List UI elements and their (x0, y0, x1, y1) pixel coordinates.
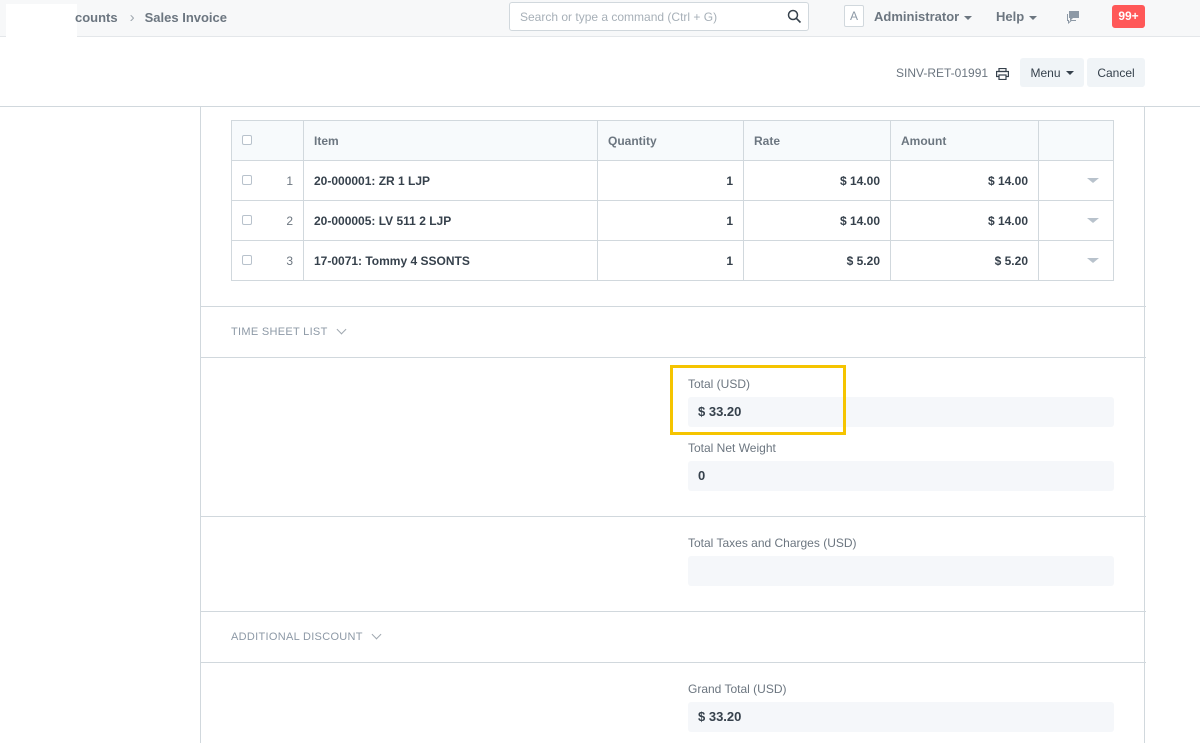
search-box[interactable] (509, 2, 809, 31)
row-checkbox[interactable] (242, 254, 252, 265)
chat-icon[interactable] (1066, 10, 1082, 29)
row-select-cell: 2 (231, 200, 304, 241)
table-row[interactable]: 1 20-000001: ZR 1 LJP 1 $ 14.00 $ 14.00 (231, 160, 1114, 201)
cell-amount[interactable]: $ 5.20 (890, 240, 1039, 281)
notification-badge[interactable]: 99+ (1112, 5, 1145, 28)
cell-quantity[interactable]: 1 (597, 240, 744, 281)
section-divider (201, 306, 1146, 307)
section-divider (201, 662, 1146, 663)
section-divider (201, 611, 1146, 612)
section-divider (201, 516, 1146, 517)
cell-actions (1038, 200, 1114, 241)
cell-quantity[interactable]: 1 (597, 200, 744, 241)
navbar: counts › Sales Invoice A Administrator H… (0, 0, 1200, 37)
net-weight-label: Total Net Weight (688, 441, 776, 455)
select-all-checkbox[interactable] (242, 134, 252, 145)
cell-item[interactable]: 17-0071: Tommy 4 SSONTS (303, 240, 598, 281)
taxes-field[interactable] (688, 556, 1114, 586)
grand-total-field[interactable]: $ 33.20 (688, 702, 1114, 732)
row-expand-icon[interactable] (1087, 258, 1099, 263)
cell-item[interactable]: 20-000005: LV 511 2 LJP (303, 200, 598, 241)
cell-rate[interactable]: $ 14.00 (743, 200, 891, 241)
row-select-cell: 1 (231, 160, 304, 201)
cancel-button[interactable]: Cancel (1087, 58, 1145, 87)
grand-total-label: Grand Total (USD) (688, 682, 787, 696)
breadcrumb: counts › Sales Invoice (75, 9, 227, 26)
help-menu[interactable]: Help (996, 9, 1038, 24)
cell-amount[interactable]: $ 14.00 (890, 160, 1039, 201)
chevron-down-icon (336, 324, 347, 335)
column-header-item: Item (303, 120, 598, 161)
row-expand-icon[interactable] (1087, 178, 1099, 183)
column-header-rate: Rate (743, 120, 891, 161)
select-all-cell (231, 120, 304, 161)
chevron-down-icon (371, 629, 382, 640)
user-menu[interactable]: Administrator (874, 9, 973, 24)
form-layout: Item Quantity Rate Amount 1 20-000001: Z… (200, 107, 1146, 743)
table-row[interactable]: 2 20-000005: LV 511 2 LJP 1 $ 14.00 $ 14… (231, 200, 1114, 241)
menu-button[interactable]: Menu (1020, 58, 1084, 87)
table-header-row: Item Quantity Rate Amount (231, 120, 1114, 161)
cell-quantity[interactable]: 1 (597, 160, 744, 201)
row-index: 2 (286, 213, 293, 228)
taxes-label: Total Taxes and Charges (USD) (688, 536, 857, 550)
print-icon[interactable] (996, 67, 1010, 85)
section-head-additional-discount[interactable]: ADDITIONAL DISCOUNT (231, 629, 382, 643)
table-row[interactable]: 3 17-0071: Tommy 4 SSONTS 1 $ 5.20 $ 5.2… (231, 240, 1114, 281)
breadcrumb-accounts[interactable]: counts (75, 10, 118, 25)
cell-rate[interactable]: $ 5.20 (743, 240, 891, 281)
row-expand-icon[interactable] (1087, 218, 1099, 223)
row-index: 1 (286, 173, 293, 188)
column-header-quantity: Quantity (597, 120, 744, 161)
column-header-actions (1038, 120, 1114, 161)
caret-down-icon (1029, 15, 1038, 20)
menu-button-label: Menu (1030, 65, 1061, 80)
section-head-time-sheet[interactable]: TIME SHEET LIST (231, 324, 347, 338)
caret-down-icon (964, 15, 973, 20)
cell-actions (1038, 160, 1114, 201)
row-checkbox[interactable] (242, 214, 252, 225)
page-head: SINV-RET-01991 Menu Cancel (0, 37, 1200, 107)
row-select-cell: 3 (231, 240, 304, 281)
cell-rate[interactable]: $ 14.00 (743, 160, 891, 201)
avatar[interactable]: A (844, 5, 864, 27)
section-divider (201, 357, 1146, 358)
cell-amount[interactable]: $ 14.00 (890, 200, 1039, 241)
caret-down-icon (1065, 71, 1074, 76)
user-label: Administrator (874, 9, 960, 24)
cell-actions (1038, 240, 1114, 281)
chevron-right-icon: › (129, 9, 135, 26)
column-header-amount: Amount (890, 120, 1039, 161)
section-title: TIME SHEET LIST (231, 326, 328, 338)
row-index: 3 (286, 253, 293, 268)
row-checkbox[interactable] (242, 174, 252, 185)
search-icon[interactable] (787, 9, 802, 29)
net-weight-field[interactable]: 0 (688, 461, 1114, 491)
help-label: Help (996, 9, 1025, 24)
cell-item[interactable]: 20-000001: ZR 1 LJP (303, 160, 598, 201)
app-logo[interactable] (6, 4, 77, 37)
document-name: SINV-RET-01991 (896, 66, 989, 80)
search-input[interactable] (510, 3, 770, 30)
section-title: ADDITIONAL DISCOUNT (231, 631, 363, 643)
items-table: Item Quantity Rate Amount 1 20-000001: Z… (231, 120, 1114, 281)
highlight-box (670, 365, 846, 435)
breadcrumb-sales-invoice[interactable]: Sales Invoice (145, 10, 227, 25)
